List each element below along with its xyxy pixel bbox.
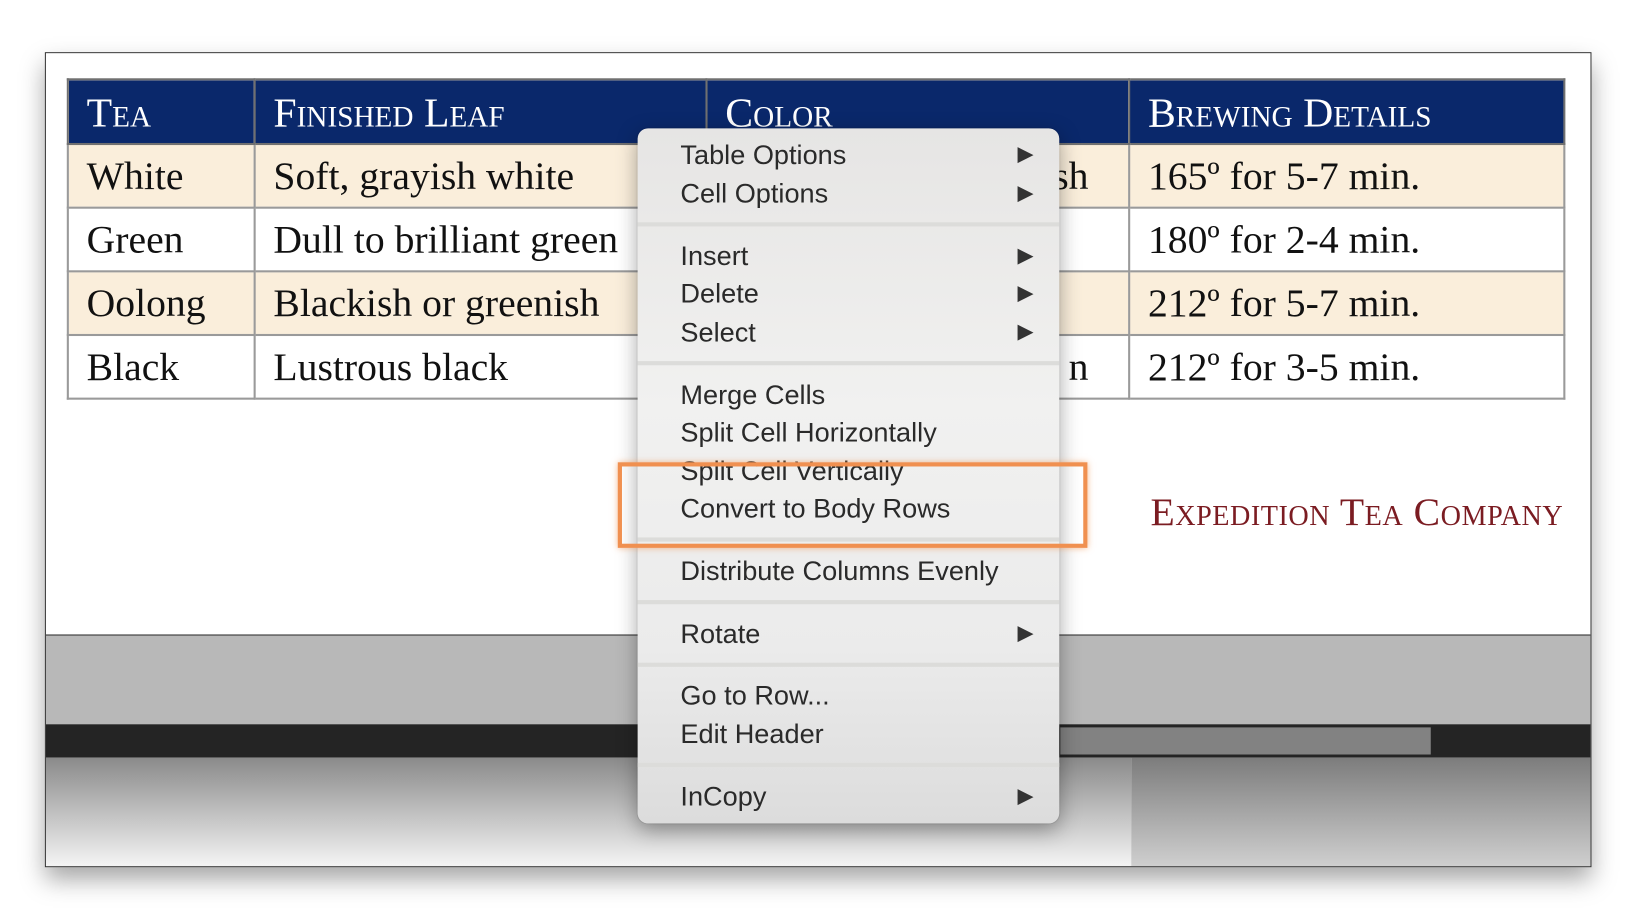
menu-item-label: Delete <box>680 277 759 309</box>
menu-separator <box>637 662 1060 667</box>
menu-item-split-horizontally[interactable]: Split Cell Horizontally <box>638 413 1060 452</box>
menu-item-delete[interactable]: Delete ▶ <box>638 274 1060 313</box>
submenu-arrow-icon: ▶ <box>1017 281 1034 305</box>
menu-separator <box>637 222 1060 227</box>
header-cell[interactable]: Tea <box>66 78 256 146</box>
menu-item-go-to-row[interactable]: Go to Row... <box>638 676 1060 715</box>
menu-item-label: Select <box>680 316 756 348</box>
menu-item-label: Edit Header <box>680 717 824 750</box>
menu-item-label: Merge Cells <box>680 378 826 411</box>
menu-item-insert[interactable]: Insert ▶ <box>638 237 1060 276</box>
submenu-arrow-icon: ▶ <box>1017 621 1034 645</box>
submenu-arrow-icon: ▶ <box>1017 181 1034 205</box>
menu-item-label: Rotate <box>680 617 761 650</box>
menu-item-label: Cell Options <box>680 177 829 209</box>
submenu-arrow-icon: ▶ <box>1017 784 1034 808</box>
scrollbar-thumb[interactable] <box>1060 727 1431 755</box>
highlight-box <box>617 462 1088 548</box>
menu-item-distribute-columns[interactable]: Distribute Columns Evenly <box>638 552 1060 591</box>
menu-item-merge-cells[interactable]: Merge Cells <box>638 376 1060 415</box>
menu-item-label: Insert <box>680 240 749 272</box>
table-cell[interactable]: Green <box>66 206 256 273</box>
menu-item-label: Table Options <box>680 138 847 171</box>
submenu-arrow-icon: ▶ <box>1017 244 1034 268</box>
table-cell[interactable]: 165º for 5-7 min. <box>1128 142 1566 209</box>
header-cell[interactable]: Brewing Details <box>1128 78 1566 146</box>
menu-item-label: InCopy <box>680 780 767 812</box>
company-name: Expedition Tea Company <box>1150 490 1564 535</box>
menu-item-select[interactable]: Select ▶ <box>638 313 1060 352</box>
menu-item-table-options[interactable]: Table Options ▶ <box>638 136 1060 175</box>
menu-separator <box>637 762 1060 768</box>
submenu-arrow-icon: ▶ <box>1017 142 1034 166</box>
table-cell[interactable]: Oolong <box>66 270 256 337</box>
menu-item-edit-header[interactable]: Edit Header <box>638 715 1060 754</box>
table-cell[interactable]: Black <box>66 333 256 400</box>
menu-item-cell-options[interactable]: Cell Options ▶ <box>638 174 1060 213</box>
panel-area-right <box>1131 757 1591 867</box>
menu-separator <box>637 600 1060 605</box>
menu-item-label: Distribute Columns Evenly <box>680 555 999 587</box>
menu-item-label: Go to Row... <box>680 679 830 711</box>
menu-item-incopy[interactable]: InCopy ▶ <box>638 777 1060 816</box>
menu-item-rotate[interactable]: Rotate ▶ <box>638 615 1060 654</box>
table-cell[interactable]: 212º for 5-7 min. <box>1128 270 1566 337</box>
submenu-arrow-icon: ▶ <box>1017 320 1034 344</box>
table-cell[interactable]: 212º for 3-5 min. <box>1128 333 1566 400</box>
menu-item-label: Split Cell Horizontally <box>680 416 937 448</box>
table-cell[interactable]: 180º for 2-4 min. <box>1128 206 1566 273</box>
table-cell[interactable]: White <box>66 142 256 209</box>
menu-separator <box>637 361 1060 366</box>
